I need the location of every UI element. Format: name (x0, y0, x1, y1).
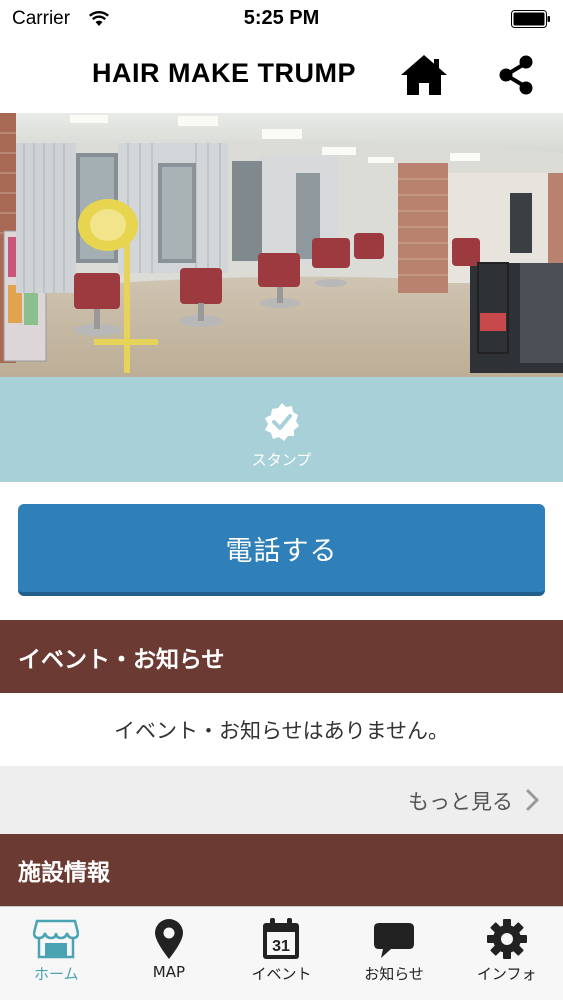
chevron-right-icon (526, 789, 539, 811)
home-icon[interactable] (398, 52, 450, 98)
stamp-label: スタンプ (251, 451, 312, 469)
store-icon (33, 919, 80, 959)
more-events-link[interactable]: もっと見る (0, 766, 563, 834)
more-label: もっと見る (408, 790, 513, 814)
battery-icon (511, 10, 550, 28)
hero-salon-image (0, 113, 563, 377)
tab-home-label: ホーム (34, 965, 79, 983)
call-button[interactable]: 電話する (18, 504, 545, 596)
tab-map[interactable]: MAP (113, 907, 226, 1000)
tab-events-label: イベント (251, 965, 312, 983)
stamp-button[interactable]: スタンプ (0, 377, 563, 482)
share-icon[interactable] (494, 53, 538, 97)
check-badge-icon (265, 403, 299, 441)
navigation-bar: HAIR MAKE TRUMP (0, 38, 563, 113)
tab-news[interactable]: お知らせ (338, 907, 451, 1000)
salon-interior-illustration (0, 113, 563, 377)
tab-info-label: インフォ (476, 965, 537, 983)
chat-bubble-icon (374, 923, 415, 958)
map-pin-icon (154, 919, 183, 959)
events-empty-message: イベント・お知らせはありません。 (0, 693, 563, 766)
facility-section-header: 施設情報 (0, 834, 563, 906)
tab-home[interactable]: ホーム (0, 907, 113, 1000)
events-section-header: イベント・お知らせ (0, 620, 563, 693)
calendar-day-label: 31 (273, 938, 291, 955)
calendar-icon: 31 (263, 918, 300, 959)
tab-info[interactable]: インフォ (450, 907, 563, 1000)
status-bar: Carrier 5:25 PM (0, 0, 563, 38)
gear-icon (486, 919, 527, 959)
tab-bar: ホーム MAP 31 イベント お知らせ インフォ (0, 906, 563, 1000)
tab-news-label: お知らせ (364, 965, 424, 983)
tab-map-label: MAP (152, 963, 186, 981)
clock: 5:25 PM (243, 7, 320, 29)
app-title: HAIR MAKE TRUMP (92, 58, 356, 88)
tab-events[interactable]: 31 イベント (225, 907, 338, 1000)
